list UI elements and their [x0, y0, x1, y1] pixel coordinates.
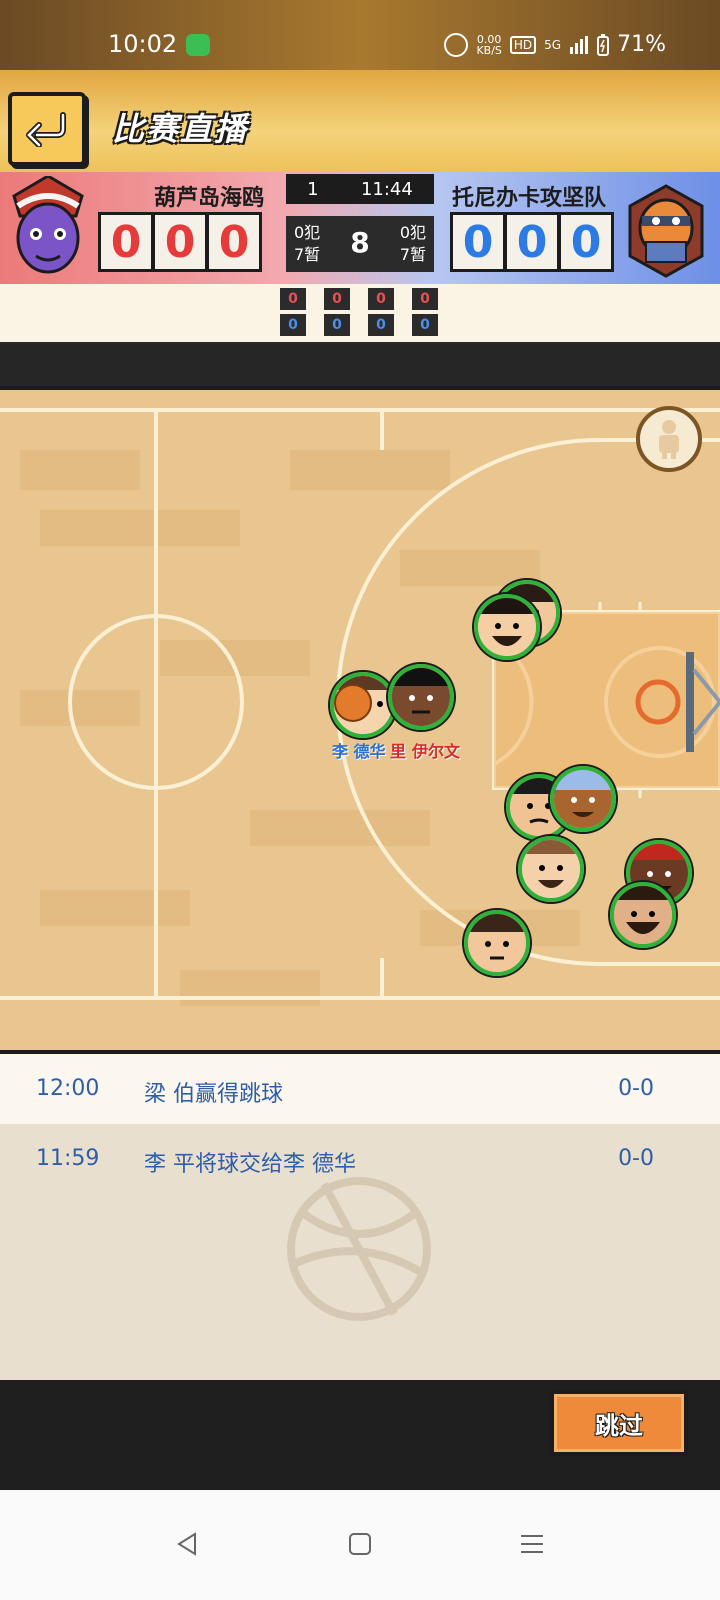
away-score-digit: 0: [561, 215, 611, 269]
page-title: 比赛直播: [112, 110, 249, 148]
player-avatar[interactable]: [610, 882, 676, 948]
player-face-icon: [468, 914, 526, 972]
footer-bar: 跳过: [0, 1380, 720, 1490]
log-score: 0-0: [618, 1076, 654, 1101]
log-time: 11:59: [36, 1146, 100, 1171]
nav-back-button[interactable]: [168, 1524, 208, 1564]
player-avatar[interactable]: [388, 664, 454, 730]
player-face-icon: [478, 598, 536, 656]
player-avatar[interactable]: [550, 766, 616, 832]
away-team-name: 托尼办卡攻坚队: [452, 186, 607, 211]
status-icons: 0.00 KB/S HD 5G 71%: [444, 32, 666, 57]
home-team-name: 葫芦岛海鸥: [154, 186, 265, 211]
quarter-scores: 0 0 0 0 0 0 0 0: [0, 284, 720, 342]
hd-badge: HD: [509, 35, 537, 54]
signal-icon: [570, 35, 589, 54]
away-fouls: 0犯: [399, 223, 426, 242]
home-quarter-score: 0: [368, 288, 394, 310]
basketball-watermark-icon: [287, 1177, 431, 1321]
away-quarter-scores: 0 0 0 0: [280, 314, 438, 336]
away-quarter-score: 0: [280, 314, 306, 336]
back-arrow-icon: [26, 112, 66, 147]
player-label-blue: 李 德华: [332, 742, 386, 761]
camera-view-button[interactable]: [636, 406, 702, 472]
away-quarter-score: 0: [368, 314, 394, 336]
player-face-icon: [522, 840, 580, 898]
fouls-timeouts-box: 0犯 7暂 8 0犯 7暂: [286, 216, 434, 272]
player-avatar[interactable]: [474, 594, 540, 660]
home-quarter-score: 0: [324, 288, 350, 310]
home-score-digit: 0: [155, 215, 205, 269]
away-quarter-score: 0: [412, 314, 438, 336]
nav-menu-icon: [521, 1535, 543, 1553]
player-label-red: 伊尔文: [412, 742, 461, 761]
log-score: 0-0: [618, 1146, 654, 1171]
log-text: 梁 伯赢得跳球: [144, 1082, 283, 1107]
nav-home-button[interactable]: [340, 1524, 380, 1564]
player-view-icon: [659, 420, 679, 459]
basketball-icon: [334, 684, 372, 722]
battery-icon: [597, 33, 610, 56]
away-score-digit: 0: [453, 215, 503, 269]
status-time: 10:02: [108, 30, 178, 58]
away-fouls-timeouts: 0犯 7暂: [400, 222, 426, 266]
away-score-digit: 0: [507, 215, 557, 269]
header: 比赛直播: [0, 70, 720, 172]
log-row: 12:00 梁 伯赢得跳球 0-0: [0, 1054, 720, 1124]
nav-back-icon: [177, 1532, 196, 1556]
away-score: 0 0 0: [450, 212, 614, 272]
player-face-icon: [392, 668, 450, 726]
network-type: 5G: [544, 37, 562, 52]
player-label-red: 里: [390, 742, 407, 761]
nav-menu-button[interactable]: [512, 1524, 552, 1564]
skip-button[interactable]: 跳过: [550, 1390, 688, 1456]
player-face-icon: [614, 886, 672, 944]
alarm-icon: [444, 32, 469, 57]
log-time: 12:00: [36, 1076, 100, 1101]
away-quarter-score: 0: [324, 314, 350, 336]
home-score-digit: 0: [101, 215, 151, 269]
game-clock: 1 11:44: [286, 174, 434, 204]
home-quarter-score: 0: [280, 288, 306, 310]
player-avatar[interactable]: [518, 836, 584, 902]
net-speed-unit: KB/S: [476, 43, 502, 57]
quarter-number: 1: [307, 178, 319, 200]
home-team-logo: [12, 176, 84, 274]
home-score-digit: 0: [209, 215, 259, 269]
nav-home-icon: [349, 1533, 371, 1555]
basketball-court: 李 德华 里 伊尔文: [0, 386, 720, 1054]
home-quarter-scores: 0 0 0 0: [280, 288, 438, 310]
status-bar: 10:02 0.00 KB/S HD 5G 71%: [0, 0, 720, 70]
battery-level: 71%: [617, 32, 666, 57]
away-team-logo: [628, 184, 704, 278]
system-nav-bar: [0, 1490, 720, 1600]
away-timeouts: 7暂: [399, 245, 426, 264]
player-face-icon: [554, 770, 612, 828]
player-avatar[interactable]: [464, 910, 530, 976]
time-remaining: 11:44: [360, 178, 413, 200]
home-quarter-score: 0: [412, 288, 438, 310]
separator-band: [0, 342, 720, 386]
net-speed: 0.00 KB/S: [476, 34, 501, 56]
message-app-icon: [186, 34, 210, 56]
play-by-play-log: 12:00 梁 伯赢得跳球 0-0 11:59 李 平将球交给李 德华 0-0: [0, 1054, 720, 1380]
home-score: 0 0 0: [98, 212, 262, 272]
scoreboard: 葫芦岛海鸥 0 0 0 1 11:44 0犯 7暂 8 0犯 7暂 托尼办卡攻坚…: [0, 172, 720, 284]
back-button[interactable]: [8, 92, 86, 166]
